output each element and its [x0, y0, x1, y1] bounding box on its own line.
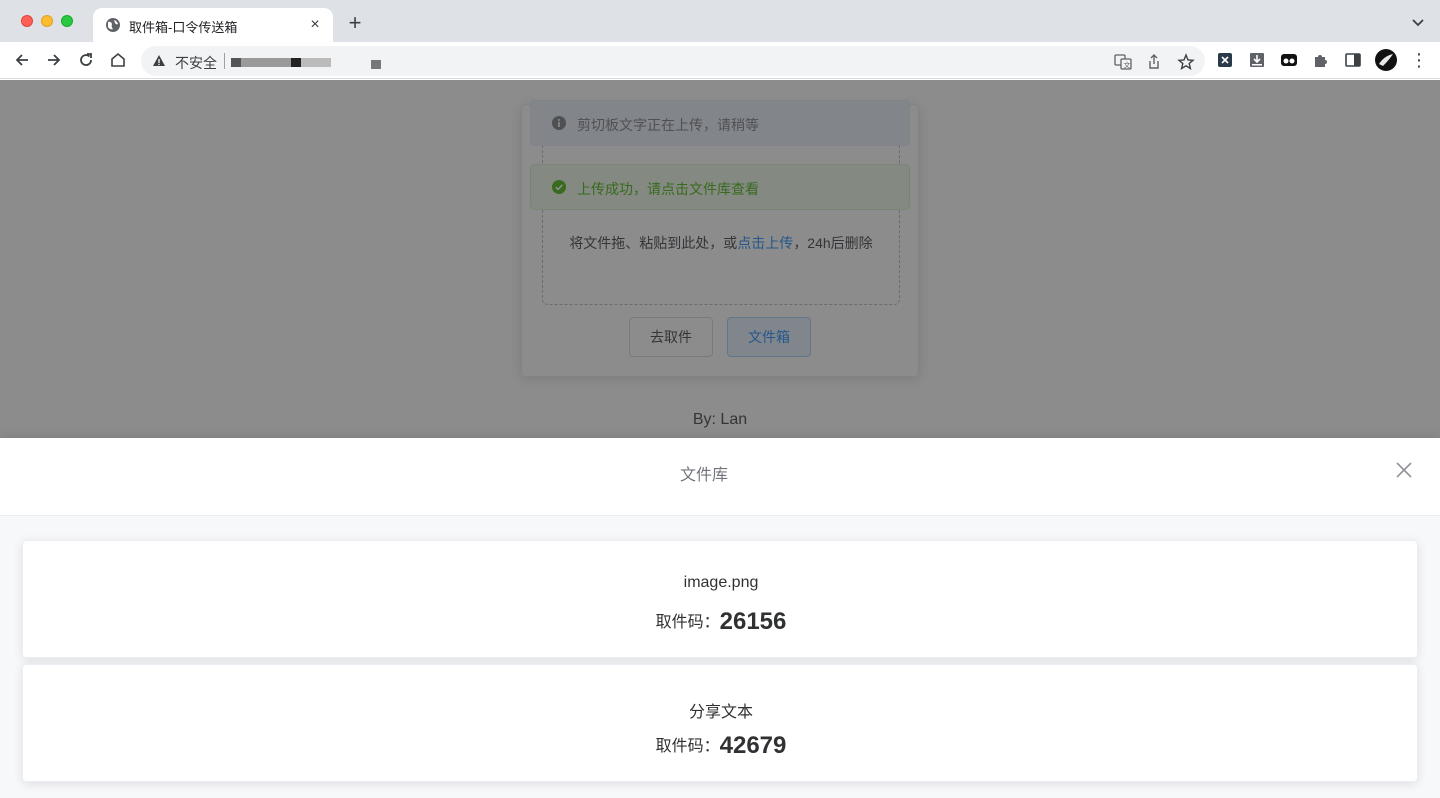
extension-x-icon[interactable]: [1216, 51, 1234, 69]
browser-tab-bar: 取件箱-口令传送箱 × +: [0, 0, 1440, 42]
pickup-code-label: 取件码：: [655, 738, 720, 755]
home-icon[interactable]: [108, 50, 128, 70]
avatar-image: [1379, 54, 1393, 66]
browser-tab-active[interactable]: 取件箱-口令传送箱 ×: [93, 8, 333, 42]
pickup-code: 42679: [719, 732, 787, 759]
file-name: 分享文本: [688, 704, 753, 721]
pickup-code-row: 取件码：26156: [23, 608, 1419, 636]
redacted-url: [231, 55, 381, 69]
svg-text:文: 文: [1124, 61, 1131, 70]
download-extension-icon[interactable]: [1248, 51, 1266, 69]
file-name: image.png: [683, 574, 759, 591]
tab-close-icon[interactable]: ×: [305, 15, 325, 35]
window-close-button[interactable]: [21, 15, 33, 27]
file-card[interactable]: 分享文本 取件码：42679: [22, 664, 1418, 782]
window-minimize-button[interactable]: [41, 15, 53, 27]
address-bar[interactable]: 不安全 文: [141, 46, 1205, 76]
warning-triangle-icon[interactable]: [152, 54, 166, 68]
address-separator: [224, 53, 225, 69]
reload-icon[interactable]: [76, 50, 96, 70]
pickup-code-label: 取件码：: [655, 614, 720, 631]
drawer-header: 文件库: [0, 438, 1440, 516]
pickup-code: 26156: [719, 608, 787, 635]
translate-icon[interactable]: 文: [1114, 53, 1132, 71]
side-panel-icon[interactable]: [1344, 51, 1362, 69]
browser-toolbar: 不安全 文 ⋮: [0, 42, 1440, 79]
close-icon[interactable]: [1395, 461, 1413, 479]
share-icon[interactable]: [1145, 53, 1163, 71]
tab-search-chevron-icon[interactable]: [1410, 14, 1426, 30]
pickup-code-row: 取件码：42679: [23, 732, 1419, 760]
file-library-drawer: 文件库 image.png 取件码：26156 分享文本 取件码：42679: [0, 438, 1440, 798]
security-label[interactable]: 不安全: [175, 53, 217, 73]
file-card[interactable]: image.png 取件码：26156: [22, 540, 1418, 658]
browser-menu-icon[interactable]: ⋮: [1410, 51, 1428, 69]
puzzle-extensions-icon[interactable]: [1312, 51, 1330, 69]
bookmark-star-icon[interactable]: [1177, 53, 1195, 71]
forward-arrow-icon[interactable]: [44, 50, 64, 70]
profile-avatar[interactable]: [1375, 49, 1397, 71]
drawer-body: image.png 取件码：26156 分享文本 取件码：42679: [0, 516, 1440, 798]
glasses-extension-icon[interactable]: [1280, 51, 1298, 69]
window-maximize-button[interactable]: [61, 15, 73, 27]
back-arrow-icon[interactable]: [12, 50, 32, 70]
tab-title: 取件箱-口令传送箱: [129, 20, 238, 35]
globe-icon: [106, 18, 120, 32]
drawer-title: 文件库: [679, 467, 728, 484]
new-tab-button[interactable]: +: [343, 11, 367, 35]
